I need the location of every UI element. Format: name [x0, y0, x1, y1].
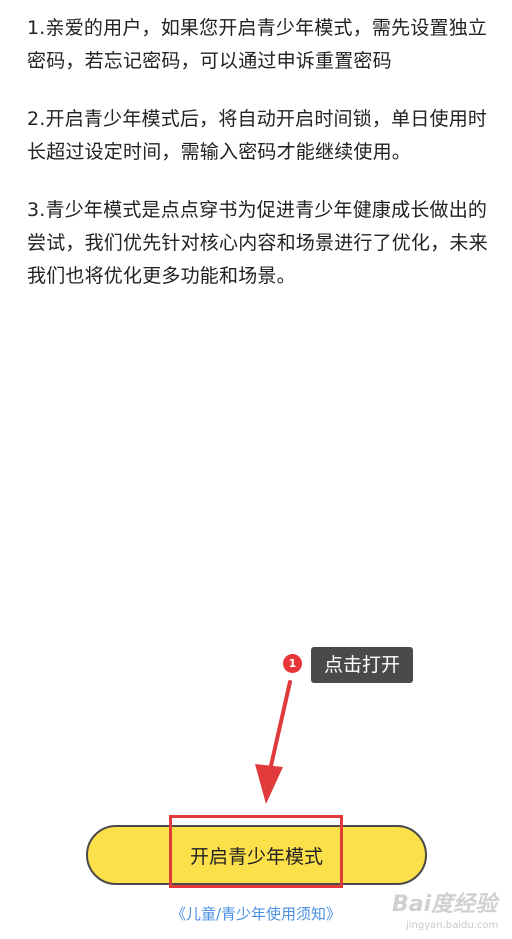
intro-paragraph-3: 3.青少年模式是点点穿书为促进青少年健康成长做出的尝试，我们优先针对核心内容和场… — [27, 199, 488, 287]
annotation-tooltip: 点击打开 — [311, 647, 413, 683]
watermark: Bai度经验 jingyan.baidu.com — [392, 880, 510, 936]
watermark-url: jingyan.baidu.com — [406, 920, 499, 931]
intro-paragraph-2: 2.开启青少年模式后，将自动开启时间锁，单日使用时长超过设定时间，需输入密码才能… — [27, 108, 488, 163]
intro-text-block: 1.亲爱的用户，如果您开启青少年模式，需先设置独立密码，若忘记密码，可以通过申诉… — [27, 12, 489, 318]
intro-paragraph-1: 1.亲爱的用户，如果您开启青少年模式，需先设置独立密码，若忘记密码，可以通过申诉… — [27, 17, 488, 72]
step-number-badge: 1 — [283, 654, 302, 673]
enable-teen-mode-button[interactable]: 开启青少年模式 — [86, 825, 427, 885]
watermark-logo: Bai度经验 — [392, 892, 498, 917]
